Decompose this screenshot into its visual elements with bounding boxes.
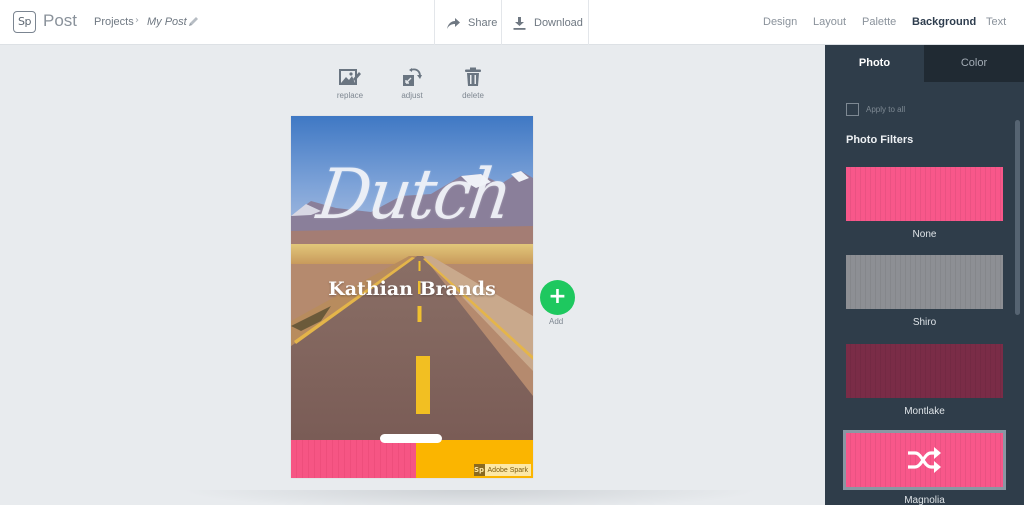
floor-shadow <box>180 490 760 505</box>
filter-shiro[interactable]: Shiro <box>846 255 1003 328</box>
adjust-photo-button[interactable]: adjust <box>392 67 432 100</box>
download-icon <box>513 16 526 30</box>
filter-swatch[interactable] <box>846 167 1003 221</box>
post-subtitle[interactable]: Kathian Brands <box>291 278 533 300</box>
breadcrumb-separator: › <box>135 15 139 26</box>
add-label: Add <box>549 317 564 326</box>
trash-icon <box>465 67 481 86</box>
palette-band-yellow: Sp Adobe Spark <box>416 440 533 478</box>
add-button[interactable]: + <box>540 280 575 315</box>
tab-layout[interactable]: Layout <box>813 16 846 28</box>
filter-name: None <box>912 229 937 240</box>
filter-magnolia[interactable]: Magnolia <box>843 430 1006 505</box>
tab-background[interactable]: Background <box>912 16 976 28</box>
breadcrumb-projects-link[interactable]: Projects <box>94 16 134 28</box>
header-divider <box>434 0 435 45</box>
pencil-icon[interactable] <box>187 15 200 28</box>
shuffle-icon[interactable] <box>906 446 942 474</box>
checkbox-box[interactable] <box>846 103 859 116</box>
replace-image-icon <box>339 69 361 85</box>
app-name: Post <box>43 11 78 30</box>
filter-name: Shiro <box>912 317 937 328</box>
spark-watermark-logo: Sp <box>473 464 485 476</box>
share-button[interactable]: Share <box>446 0 497 45</box>
post-canvas[interactable]: Dutch Kathian Brands Sp Adobe Spark <box>291 116 533 478</box>
delete-label: delete <box>462 91 484 100</box>
panel-scrollbar[interactable] <box>1015 120 1020 315</box>
breadcrumb-current-project[interactable]: My Post <box>147 16 187 28</box>
share-arrow-icon <box>447 17 460 29</box>
background-panel: Photo Color Apply to all Photo Filters N… <box>825 45 1024 505</box>
filter-name: Magnolia <box>904 495 945 505</box>
tab-design[interactable]: Design <box>763 16 797 28</box>
adjust-label: adjust <box>401 91 423 100</box>
top-header: Sp Post Projects › My Post Share Downloa… <box>0 0 1024 45</box>
filter-none[interactable]: None <box>846 167 1003 240</box>
delete-photo-button[interactable]: delete <box>453 67 493 100</box>
adobe-spark-watermark[interactable]: Sp Adobe Spark <box>473 464 531 476</box>
filter-montlake[interactable]: Montlake <box>846 344 1003 417</box>
header-divider <box>588 0 589 45</box>
download-label: Download <box>534 16 583 29</box>
adjust-crop-icon <box>403 68 422 86</box>
filter-swatch[interactable] <box>846 255 1003 309</box>
filter-swatch[interactable] <box>846 344 1003 398</box>
replace-photo-button[interactable]: replace <box>330 67 370 100</box>
apply-to-all-checkbox[interactable]: Apply to all <box>846 103 905 116</box>
tab-palette[interactable]: Palette <box>862 16 896 28</box>
panel-tab-color[interactable]: Color <box>924 45 1024 82</box>
header-divider <box>501 0 502 45</box>
tab-text[interactable]: Text <box>986 16 1006 28</box>
post-title[interactable]: Dutch <box>293 154 533 235</box>
filter-name: Montlake <box>904 406 945 417</box>
replace-label: replace <box>336 91 364 100</box>
spark-logo[interactable]: Sp <box>13 11 36 33</box>
photo-filters-heading: Photo Filters <box>846 134 914 146</box>
palette-band-pink <box>291 440 416 478</box>
share-label: Share <box>468 16 498 29</box>
spark-watermark-text: Adobe Spark <box>487 466 528 474</box>
download-button[interactable]: Download <box>512 0 583 45</box>
filter-swatch[interactable] <box>843 430 1006 490</box>
apply-to-all-label: Apply to all <box>866 105 906 114</box>
panel-tab-photo[interactable]: Photo <box>825 45 924 82</box>
resize-drag-handle[interactable] <box>380 434 442 443</box>
